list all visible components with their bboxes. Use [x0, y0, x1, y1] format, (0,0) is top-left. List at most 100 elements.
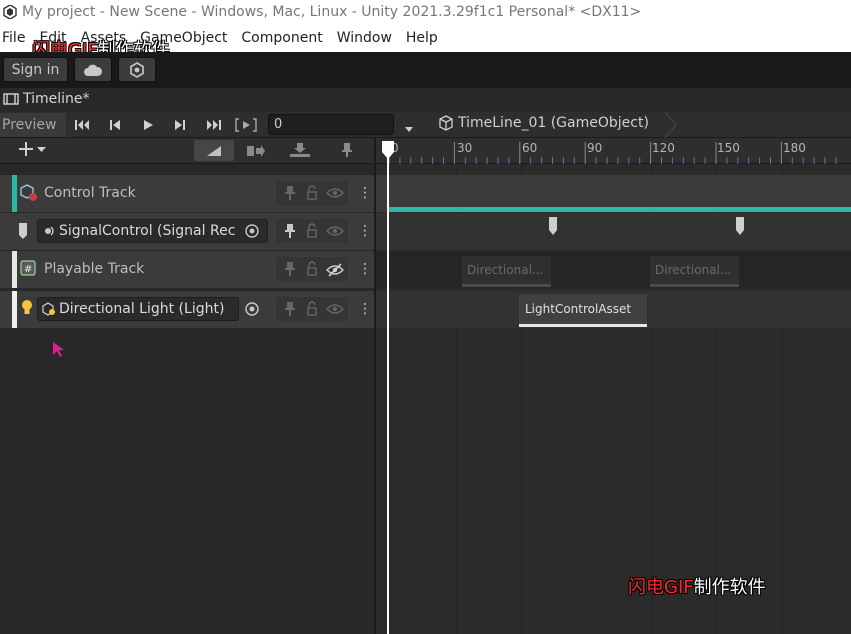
add-track-button[interactable]	[18, 141, 46, 157]
sign-in-button[interactable]: Sign in	[3, 57, 68, 82]
pin-toggle-button[interactable]	[340, 142, 354, 162]
plus-icon	[19, 142, 33, 156]
playable-clip-1-label: Directional...	[467, 263, 544, 277]
previous-frame-icon	[110, 120, 120, 130]
menu-window[interactable]: Window	[337, 30, 392, 46]
replace-mode-button[interactable]	[289, 142, 311, 162]
gameobject-breadcrumb[interactable]: TimeLine_01 (GameObject)	[438, 115, 649, 131]
object-picker-icon[interactable]	[245, 224, 259, 238]
track-menu-icon[interactable]: ⋮	[358, 261, 372, 277]
signal-track-icon	[19, 223, 27, 239]
playable-clip-2-label: Directional...	[655, 263, 732, 277]
control-clip-bar[interactable]	[389, 207, 851, 212]
previous-frame-button[interactable]	[105, 116, 125, 134]
track-signal[interactable]: SignalControl (Signal Rec ⋮	[0, 213, 374, 250]
playable-track-row[interactable]	[376, 251, 851, 288]
track-accent	[12, 251, 17, 288]
eye-icon[interactable]	[326, 303, 344, 315]
ruler-label-90: 90	[587, 141, 603, 155]
preview-button[interactable]: Preview	[0, 113, 66, 137]
frame-format-dropdown[interactable]	[404, 119, 414, 138]
playhead-line[interactable]	[387, 145, 389, 634]
track-name: Playable Track	[44, 261, 145, 277]
lock-icon[interactable]	[306, 185, 318, 201]
tab-timeline[interactable]: Timeline*	[3, 91, 90, 107]
track-controls	[276, 257, 348, 281]
unity-logo-icon	[3, 5, 17, 19]
frame-value: 0	[274, 117, 283, 132]
play-range-icon	[235, 118, 257, 132]
eye-hidden-icon[interactable]	[326, 263, 344, 277]
track-binding-field[interactable]: Directional Light (Light)	[37, 297, 239, 321]
goto-end-button[interactable]	[203, 116, 223, 134]
cloud-button[interactable]	[74, 57, 112, 82]
timeline-content[interactable]: Directional... Directional... LightContr…	[376, 164, 851, 634]
services-icon	[130, 61, 144, 78]
play-button[interactable]	[138, 116, 158, 134]
ripple-mode-icon	[247, 145, 265, 157]
light-control-clip[interactable]: LightControlAsset	[519, 294, 647, 327]
track-controls	[276, 297, 348, 321]
track-playable[interactable]: # Playable Track ⋮	[0, 251, 374, 288]
time-ruler[interactable]: 0 30 60 90 120 150 180	[376, 138, 851, 164]
goto-start-button[interactable]	[73, 116, 93, 134]
object-picker-icon[interactable]	[245, 302, 259, 316]
watermark-bottom-red: 闪电GIF	[628, 577, 694, 598]
signal-receiver-icon	[45, 226, 54, 236]
ruler-label-120: 120	[652, 141, 675, 155]
tab-timeline-label: Timeline*	[23, 91, 90, 107]
playable-clip-1[interactable]: Directional...	[462, 256, 551, 287]
watermark-bottom: 闪电GIF制作软件	[628, 573, 766, 599]
lock-icon[interactable]	[306, 261, 318, 277]
track-binding-field[interactable]: SignalControl (Signal Rec	[37, 219, 268, 243]
pin-icon[interactable]	[284, 185, 296, 201]
gameobject-cube-icon	[439, 115, 453, 131]
next-frame-icon	[175, 120, 185, 130]
ruler-label-180: 180	[783, 141, 806, 155]
mix-mode-button[interactable]	[194, 140, 234, 161]
track-binding-label: SignalControl (Signal Rec	[59, 223, 236, 239]
menu-component[interactable]: Component	[241, 30, 322, 46]
title-bar: My project - New Scene - Windows, Mac, L…	[0, 0, 851, 24]
services-button[interactable]	[118, 57, 156, 82]
pin-icon[interactable]	[284, 223, 296, 239]
menu-help[interactable]: Help	[406, 30, 438, 46]
signal-marker-icon[interactable]	[548, 216, 558, 236]
track-light-control[interactable]: Directional Light (Light) ⋮	[0, 291, 374, 328]
track-accent	[12, 291, 17, 328]
lock-icon[interactable]	[306, 223, 318, 239]
track-name: Control Track	[44, 185, 136, 201]
frame-input[interactable]: 0	[268, 114, 394, 135]
goto-end-icon	[207, 120, 221, 130]
track-control[interactable]: Control Track ⋮	[0, 175, 374, 212]
playhead-handle-icon[interactable]	[381, 140, 395, 160]
ruler-label-30: 30	[457, 141, 473, 155]
pin-icon[interactable]	[284, 301, 296, 317]
sign-in-label: Sign in	[11, 61, 60, 78]
signal-track-row[interactable]	[376, 213, 851, 250]
playable-clip-2[interactable]: Directional...	[650, 256, 739, 287]
signal-marker-icon[interactable]	[735, 216, 745, 236]
breadcrumb-arrow-icon	[664, 112, 677, 138]
menu-file[interactable]: File	[2, 30, 25, 46]
window-title: My project - New Scene - Windows, Mac, L…	[22, 4, 642, 20]
eye-icon[interactable]	[326, 187, 344, 199]
track-menu-icon[interactable]: ⋮	[358, 185, 372, 201]
play-icon	[144, 120, 153, 130]
play-range-button[interactable]	[234, 116, 258, 134]
track-menu-icon[interactable]: ⋮	[358, 223, 372, 239]
ripple-mode-button[interactable]	[246, 143, 266, 162]
light-gameobject-icon	[42, 302, 55, 316]
watermark-bottom-white: 制作软件	[693, 577, 766, 598]
svg-text:#: #	[24, 264, 32, 275]
timeline-icon	[3, 93, 19, 105]
mouse-cursor-icon	[53, 342, 64, 357]
eye-icon[interactable]	[326, 225, 344, 237]
chevron-down-icon	[37, 146, 46, 152]
next-frame-button[interactable]	[170, 116, 190, 134]
preview-label: Preview	[2, 117, 57, 133]
chevron-down-icon	[405, 127, 413, 132]
lock-icon[interactable]	[306, 301, 318, 317]
track-menu-icon[interactable]: ⋮	[358, 301, 372, 317]
pin-icon[interactable]	[284, 261, 296, 277]
